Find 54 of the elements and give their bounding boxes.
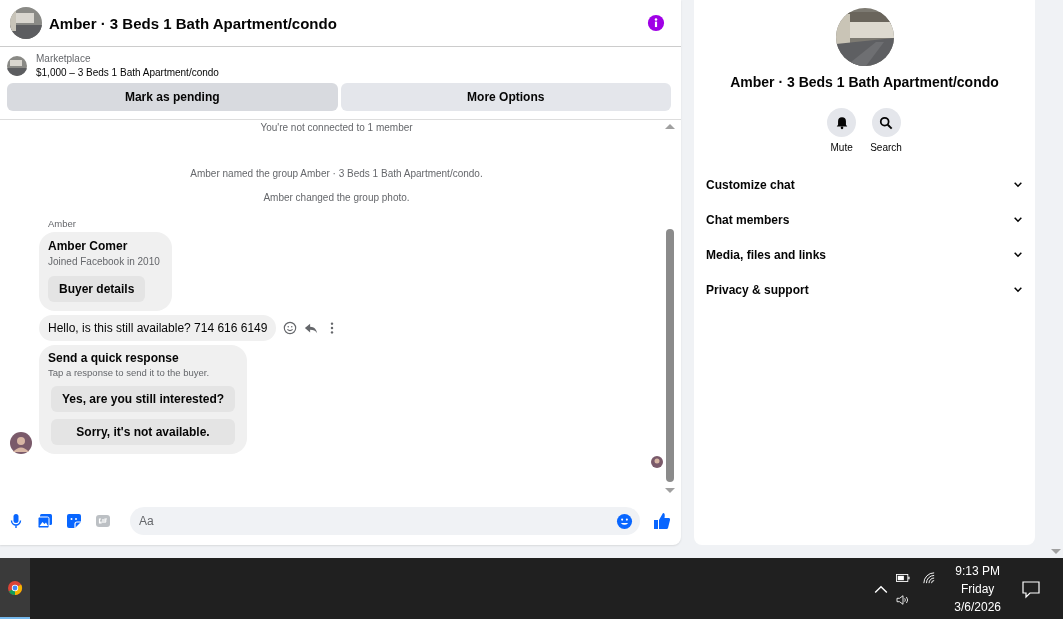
- quick-response-title: Send a quick response: [48, 351, 180, 365]
- quick-response-hint: Tap a response to send it to the buyer.: [48, 367, 211, 378]
- clock-date: 3/6/2026: [954, 599, 1001, 614]
- system-notice: Amber named the group Amber · 3 Beds 1 Bath Apartment/condo.: [190, 168, 483, 179]
- section-header[interactable]: Chat members: [706, 202, 1023, 237]
- sender-name: Amber: [48, 218, 76, 229]
- action-button[interactable]: More Options: [340, 83, 671, 111]
- wifi-icon[interactable]: [922, 571, 937, 584]
- chat-title: Amber · 3 Beds 1 Bath Apartment/condo: [49, 14, 338, 32]
- emoji-icon[interactable]: [616, 512, 633, 530]
- action-label: Mute: [830, 142, 853, 153]
- notifications-icon[interactable]: [1021, 578, 1041, 599]
- browser-icon: [7, 579, 23, 596]
- clock-day: Friday: [960, 581, 995, 596]
- section-title: Media, files and links: [706, 247, 827, 262]
- message-field[interactable]: Aa: [130, 507, 640, 535]
- reply-icon[interactable]: [304, 321, 319, 335]
- seen-avatar-icon: [651, 456, 663, 468]
- bell-icon: [834, 115, 849, 130]
- listing-title: $1,000 – 3 Beds 1 Bath Apartment/condo: [36, 67, 219, 78]
- sticker-icon[interactable]: [66, 513, 82, 529]
- quick-response-button[interactable]: Sorry, it's not available.: [51, 419, 236, 445]
- section-header[interactable]: Privacy & support: [706, 272, 1023, 307]
- buyer-joined: Joined Facebook in 2010: [48, 256, 160, 267]
- emoji-icon[interactable]: [283, 321, 298, 335]
- buyer-name: Amber Comer: [48, 239, 128, 253]
- mute-button[interactable]: [827, 108, 857, 137]
- microphone-icon[interactable]: [8, 513, 24, 529]
- clock[interactable]: 9:13 PM Friday 3/6/2026: [954, 563, 1001, 614]
- avatar-icon: [10, 432, 32, 454]
- section-title: Customize chat: [706, 177, 795, 192]
- listing-label: Marketplace: [36, 53, 92, 64]
- section-title: Chat members: [706, 212, 790, 227]
- system-notice: Amber changed the group photo.: [263, 192, 410, 203]
- system-notice: You're not connected to 1 member: [260, 122, 413, 133]
- section-header[interactable]: Customize chat: [706, 167, 1023, 202]
- thumbs-up-icon[interactable]: [653, 512, 671, 530]
- message-bubble: Hello, is this still available? 714 616 6149: [39, 315, 277, 341]
- info-icon[interactable]: [647, 14, 665, 32]
- action-label: Search: [870, 142, 902, 153]
- taskbar-app[interactable]: [0, 558, 30, 619]
- buyer-details-button[interactable]: Buyer details: [48, 276, 146, 302]
- battery-icon[interactable]: [896, 571, 911, 584]
- action-button[interactable]: Mark as pending: [7, 83, 338, 111]
- search-icon: [879, 115, 893, 130]
- more-icon[interactable]: [329, 321, 336, 335]
- quick-response-button[interactable]: Yes, are you still interested?: [51, 386, 236, 412]
- search-button[interactable]: [871, 108, 901, 137]
- clock-time: 9:13 PM: [955, 563, 1000, 578]
- section-header[interactable]: Media, files and links: [706, 237, 1023, 272]
- conversation-title: Amber · 3 Beds 1 Bath Apartment/condo: [730, 74, 999, 90]
- volume-icon[interactable]: [896, 593, 911, 606]
- photo-icon[interactable]: [37, 513, 53, 529]
- section-title: Privacy & support: [706, 282, 809, 297]
